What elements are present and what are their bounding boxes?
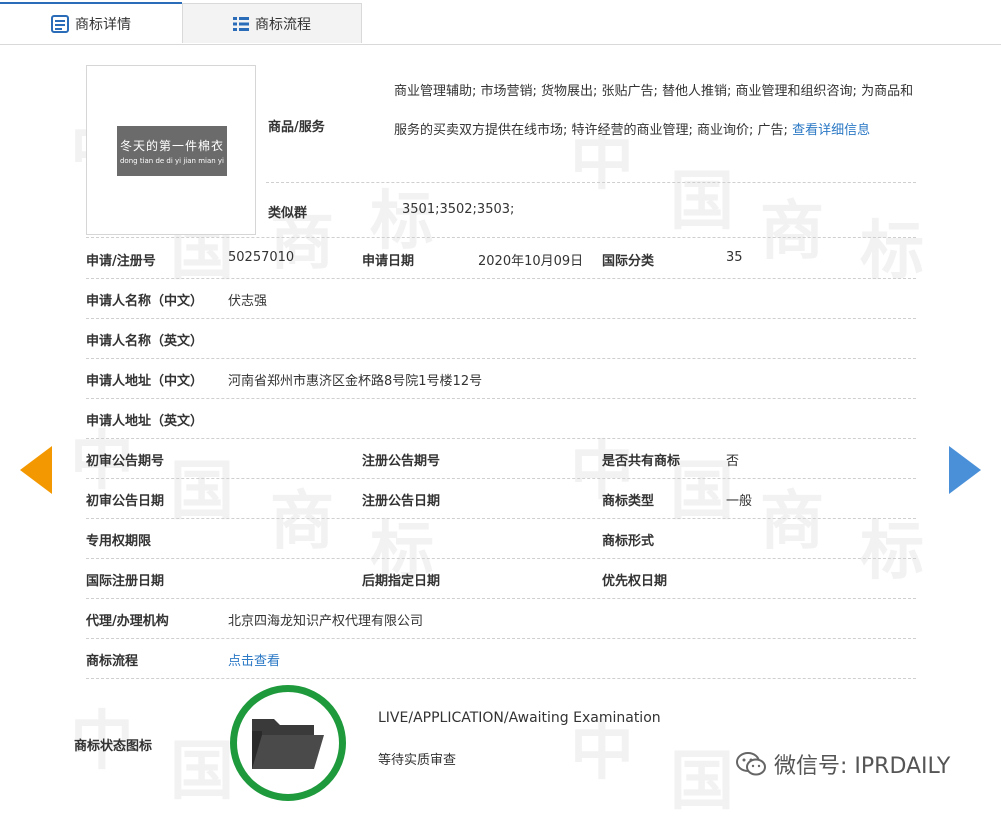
logo-text-pinyin: dong tian de di yi jian mian yi bbox=[119, 157, 224, 165]
applicant-cn-label: 申请人名称（中文） bbox=[86, 294, 204, 309]
address-cn-label: 申请人地址（中文） bbox=[86, 374, 204, 389]
divider bbox=[86, 598, 916, 599]
view-detail-link[interactable]: 查看详细信息 bbox=[792, 123, 870, 138]
app-date-value: 2020年10月09日 bbox=[478, 254, 584, 269]
divider bbox=[86, 438, 916, 439]
divider bbox=[86, 678, 916, 679]
address-cn-value: 河南省郑州市惠济区金杯路8号院1号楼12号 bbox=[228, 374, 483, 389]
view-flow-link[interactable]: 点击查看 bbox=[228, 650, 280, 669]
folder-open-icon bbox=[252, 719, 324, 769]
watermark-char: 国 bbox=[670, 745, 734, 819]
divider bbox=[86, 518, 916, 519]
goods-label: 商品/服务 bbox=[268, 120, 325, 135]
divider bbox=[86, 318, 916, 319]
shared-label: 是否共有商标 bbox=[602, 454, 681, 469]
type-label: 商标类型 bbox=[602, 494, 655, 509]
watermark-char: 国 bbox=[670, 165, 734, 239]
shared-value: 否 bbox=[726, 454, 740, 469]
list-doc-icon bbox=[51, 15, 69, 33]
watermark-char: 标 bbox=[860, 515, 924, 589]
divider bbox=[86, 358, 916, 359]
form-label: 商标形式 bbox=[602, 534, 655, 549]
wechat-watermark: 微信号: IPRDAILY bbox=[736, 748, 951, 780]
applicant-en-label: 申请人名称（英文） bbox=[86, 334, 204, 349]
app-date-label: 申请日期 bbox=[362, 254, 415, 269]
status-ring bbox=[230, 685, 346, 801]
agent-label: 代理/办理机构 bbox=[86, 614, 169, 629]
divider bbox=[86, 478, 916, 479]
watermark-char: 国 bbox=[170, 735, 234, 809]
tab-label: 商标流程 bbox=[255, 16, 311, 33]
watermark-char: 商 bbox=[760, 485, 824, 559]
tab-trademark-flow[interactable]: 商标流程 bbox=[182, 3, 362, 43]
similar-group-label: 类似群 bbox=[268, 206, 308, 221]
similar-group-value: 3501;3502;3503; bbox=[402, 202, 515, 217]
intl-class-value: 35 bbox=[726, 250, 743, 265]
prev-arrow-icon[interactable] bbox=[20, 446, 52, 494]
divider bbox=[86, 398, 916, 399]
logo-text-cn: 冬天的第一件棉衣 bbox=[119, 139, 224, 153]
watermark-char: 商 bbox=[270, 485, 334, 559]
wechat-icon bbox=[736, 752, 766, 776]
watermark-char: 商 bbox=[760, 195, 824, 269]
intl-reg-date-label: 国际注册日期 bbox=[86, 574, 165, 589]
divider bbox=[86, 558, 916, 559]
list-icon bbox=[233, 16, 249, 31]
address-en-label: 申请人地址（英文） bbox=[86, 414, 204, 429]
goods-services-value: 商业管理辅助; 市场营销; 货物展出; 张贴广告; 替他人推销; 商业管理和组织… bbox=[394, 72, 916, 150]
tab-label: 商标详情 bbox=[75, 17, 131, 33]
wechat-text: 微信号: IPRDAILY bbox=[774, 754, 951, 779]
trademark-image: 冬天的第一件棉衣 dong tian de di yi jian mian yi bbox=[86, 65, 256, 235]
reg-no-label: 注册公告期号 bbox=[362, 454, 441, 469]
divider bbox=[86, 638, 916, 639]
flow-label: 商标流程 bbox=[86, 654, 139, 669]
trademark-logo: 冬天的第一件棉衣 dong tian de di yi jian mian yi bbox=[117, 126, 227, 176]
tab-bar: 商标详情 商标流程 bbox=[0, 0, 1001, 45]
status-en: LIVE/APPLICATION/Awaiting Examination bbox=[378, 710, 661, 726]
status-cn: 等待实质审查 bbox=[378, 753, 457, 768]
tab-trademark-detail[interactable]: 商标详情 bbox=[0, 2, 182, 44]
intl-class-label: 国际分类 bbox=[602, 254, 655, 269]
applicant-cn-value: 伏志强 bbox=[228, 294, 268, 309]
divider bbox=[266, 182, 916, 183]
later-date-label: 后期指定日期 bbox=[362, 574, 441, 589]
next-arrow-icon[interactable] bbox=[949, 446, 981, 494]
priority-date-label: 优先权日期 bbox=[602, 574, 668, 589]
app-no-value: 50257010 bbox=[228, 250, 295, 265]
app-no-label: 申请/注册号 bbox=[86, 254, 156, 269]
divider bbox=[86, 237, 916, 238]
divider bbox=[86, 278, 916, 279]
term-label: 专用权期限 bbox=[86, 534, 152, 549]
prelim-date-label: 初审公告日期 bbox=[86, 494, 165, 509]
status-icon-label: 商标状态图标 bbox=[74, 739, 153, 754]
prelim-no-label: 初审公告期号 bbox=[86, 454, 165, 469]
agent-value: 北京四海龙知识产权代理有限公司 bbox=[228, 614, 424, 629]
reg-date-label: 注册公告日期 bbox=[362, 494, 441, 509]
type-value: 一般 bbox=[726, 494, 753, 509]
